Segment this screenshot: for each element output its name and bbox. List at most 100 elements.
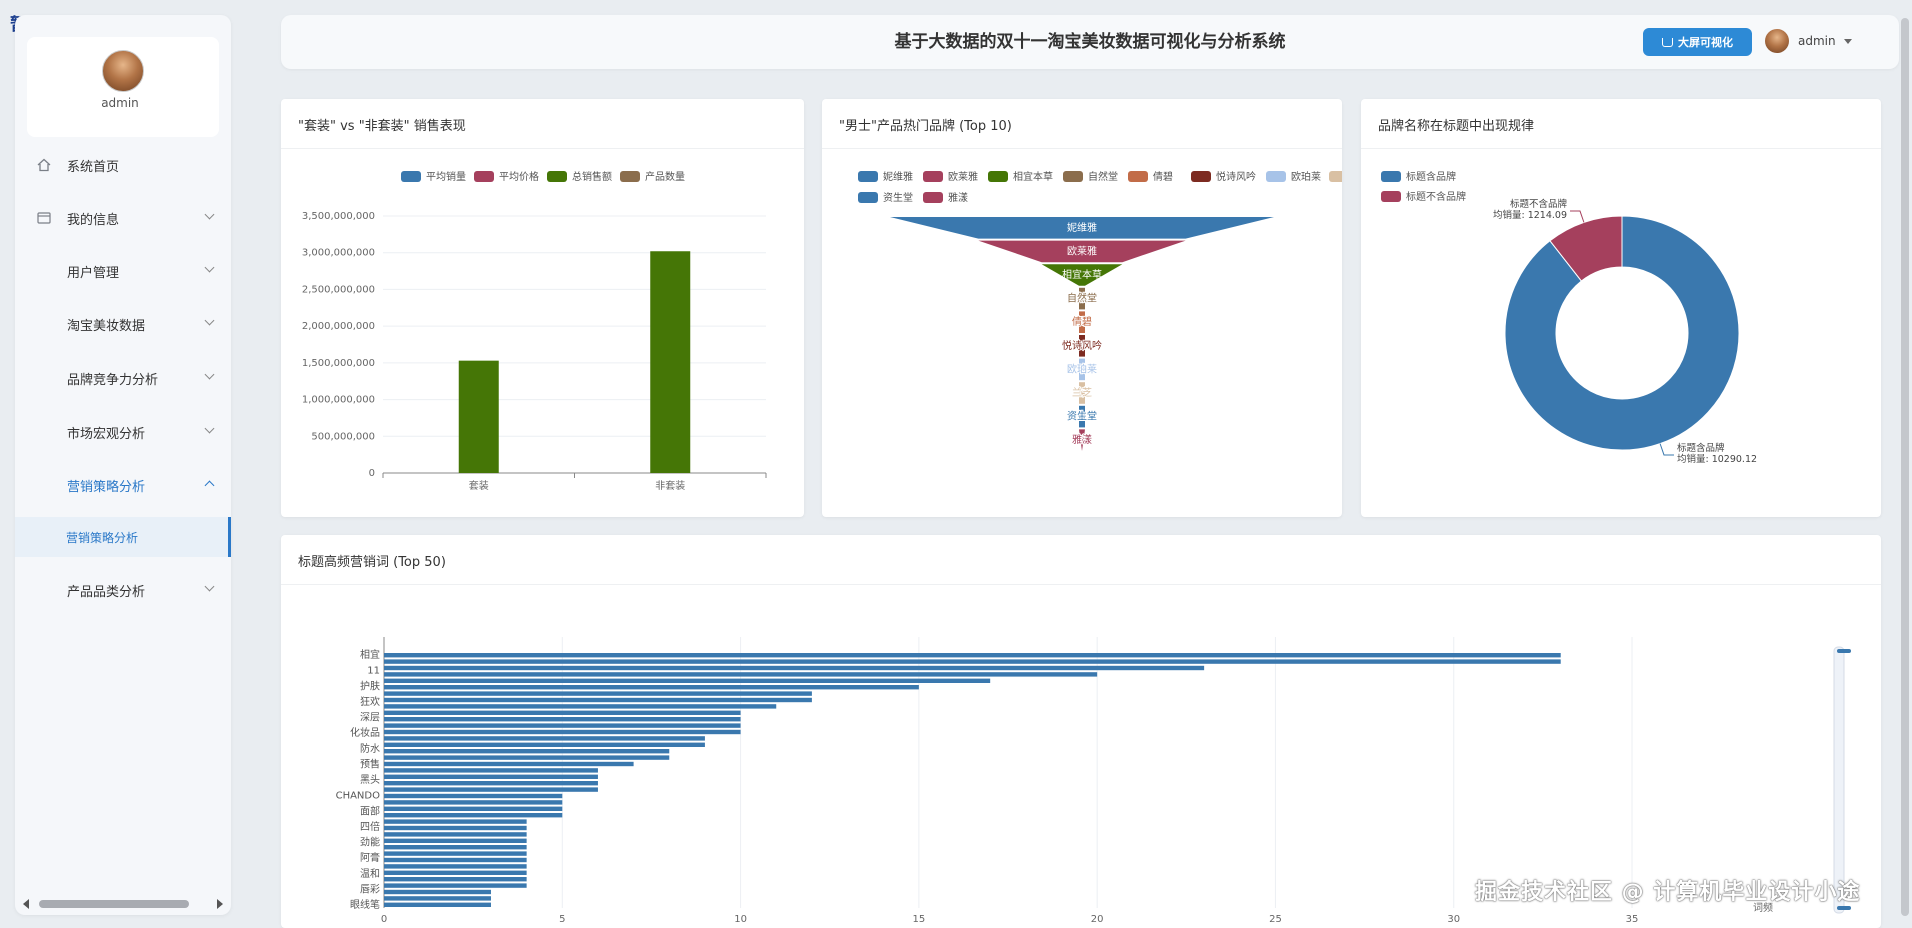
scroll-right-icon[interactable] (217, 899, 223, 909)
sidebar-item-market-analysis[interactable]: 市场宏观分析 (15, 412, 231, 452)
chart-card-suit-vs-nonsuit: "套装" vs "非套装" 销售表现 平均销量 平均价格 总销售额 产品数量 0 500,… (281, 99, 804, 517)
bigscreen-button[interactable]: 大屏可视化 (1643, 28, 1752, 56)
bar (384, 736, 705, 741)
page-vertical-scrollbar[interactable] (1900, 18, 1910, 916)
legend-label: 产品数量 (645, 170, 685, 183)
bar (384, 883, 527, 888)
legend-swatch (858, 192, 878, 203)
scrollbar-thumb[interactable] (1901, 18, 1909, 916)
sidebar-item-product-category[interactable]: 产品品类分析 (15, 570, 231, 610)
sidebar-item-taobao-data[interactable]: 淘宝美妆数据 (15, 304, 231, 344)
donut-label: 标题含品牌 (1677, 442, 1725, 454)
y-tick-label: 眼线笔 (350, 898, 380, 911)
sidebar-item-brand-analysis[interactable]: 品牌竞争力分析 (15, 358, 231, 398)
bar (384, 678, 991, 683)
x-tick-label: 0 (381, 914, 387, 925)
bar (384, 838, 527, 843)
legend-swatch (1329, 171, 1342, 182)
y-tick-label: 护肤 (360, 679, 380, 692)
y-tick-label: 500,000,000 (311, 431, 375, 442)
y-tick-label: 防水 (360, 742, 380, 755)
y-tick-label: 预售 (360, 757, 380, 770)
bar (384, 902, 491, 907)
sidebar-item-my-info[interactable]: 我的信息 (15, 198, 231, 238)
y-tick-label: 2,000,000,000 (302, 321, 375, 332)
funnel-label: 倩碧 (1072, 315, 1092, 328)
chevron-down-icon (204, 581, 215, 592)
user-name[interactable]: admin (1798, 34, 1836, 48)
bar (384, 889, 491, 895)
label-leader-line (1659, 443, 1674, 456)
bar (384, 896, 491, 901)
sidebar-horizontal-scrollbar[interactable] (21, 896, 225, 910)
sidebar-item-label: 品牌竞争力分析 (67, 372, 159, 388)
y-tick-label: 3,500,000,000 (302, 211, 375, 222)
x-tick-label: 10 (734, 914, 747, 925)
sidebar-item-label: 淘宝美妆数据 (67, 318, 146, 334)
scrollbar-thumb[interactable] (39, 900, 189, 908)
avatar[interactable] (102, 50, 144, 92)
y-tick-label: 1,500,000,000 (302, 358, 375, 369)
scroll-left-icon[interactable] (23, 899, 29, 909)
sidebar-item-label: 产品品类分析 (67, 584, 146, 600)
sidebar-item-marketing-strategy[interactable]: 营销策略分析 (15, 465, 231, 505)
bar (384, 742, 705, 747)
grid-icon (37, 317, 51, 331)
sidebar-item-label: 用户管理 (67, 265, 120, 281)
funnel-label: 妮维雅 (1067, 221, 1097, 234)
bar (384, 710, 741, 715)
bar (384, 800, 563, 805)
y-tick-label: CHANDO (336, 791, 381, 802)
bar (384, 729, 741, 735)
legend-label: 总销售额 (572, 170, 612, 183)
sidebar-item-label: 我的信息 (67, 212, 120, 228)
legend-swatch (547, 171, 567, 182)
legend-swatch (988, 171, 1008, 182)
bar (384, 845, 527, 850)
y-tick-label: 狂欢 (360, 695, 380, 708)
y-tick-label: 0 (369, 468, 375, 479)
bar (384, 665, 1205, 671)
y-tick-label: 1,000,000,000 (302, 395, 375, 406)
x-tick-label: 25 (1269, 914, 1282, 925)
funnel-label: 欧珀莱 (1067, 362, 1097, 375)
grid-icon (37, 264, 51, 278)
funnel-label: 自然堂 (1067, 292, 1097, 305)
bar (384, 813, 563, 818)
y-tick-label: 深层 (360, 712, 380, 724)
legend-label: 倩碧 (1153, 170, 1173, 183)
x-tick-label: 套装 (469, 479, 489, 492)
avatar[interactable] (1765, 29, 1789, 53)
legend-swatch (923, 192, 943, 203)
chevron-down-icon (204, 369, 215, 380)
funnel-label: 欧莱雅 (1067, 244, 1097, 257)
profile-name: admin (101, 96, 139, 110)
cart-icon (1662, 37, 1673, 47)
legend-swatch (1266, 171, 1286, 182)
y-tick-label: 四倍 (360, 820, 380, 833)
bar (384, 851, 527, 856)
grid-icon (37, 425, 51, 439)
sidebar-item-user-management[interactable]: 用户管理 (15, 251, 231, 291)
y-tick-label: 化妆品 (350, 726, 380, 739)
bar (650, 251, 691, 473)
chart-card-men-brands: "男士"产品热门品牌 (Top 10) 妮维雅 欧莱雅 相宜本草 自然堂 倩碧 悦诗风吟欧… (822, 99, 1342, 517)
x-tick-label: 5 (559, 914, 565, 925)
chevron-down-icon (204, 262, 215, 273)
legend-label: 妮维雅 (883, 170, 913, 183)
legend-swatch (1381, 171, 1401, 182)
watermark: 掘金技术社区 @ 计算机毕业设计小途 (1475, 880, 1861, 905)
sidebar-item-label: 市场宏观分析 (67, 426, 146, 442)
donut-label: 均销量: 10290.12 (1677, 453, 1757, 465)
caret-down-icon[interactable] (1844, 39, 1852, 44)
submenu-item-marketing-strategy[interactable]: 营销策略分析 (15, 517, 231, 557)
sidebar-item-home[interactable]: 系统首页 (15, 145, 231, 185)
legend-swatch (1381, 191, 1401, 202)
legend-swatch (1191, 171, 1211, 182)
legend-swatch (923, 171, 943, 182)
bar (384, 723, 741, 728)
funnel-label: 雅漾 (1072, 433, 1092, 446)
x-tick-label: 非套装 (655, 479, 685, 492)
y-tick-label: 黑头 (360, 774, 380, 786)
y-tick-label: 唇彩 (360, 883, 380, 895)
